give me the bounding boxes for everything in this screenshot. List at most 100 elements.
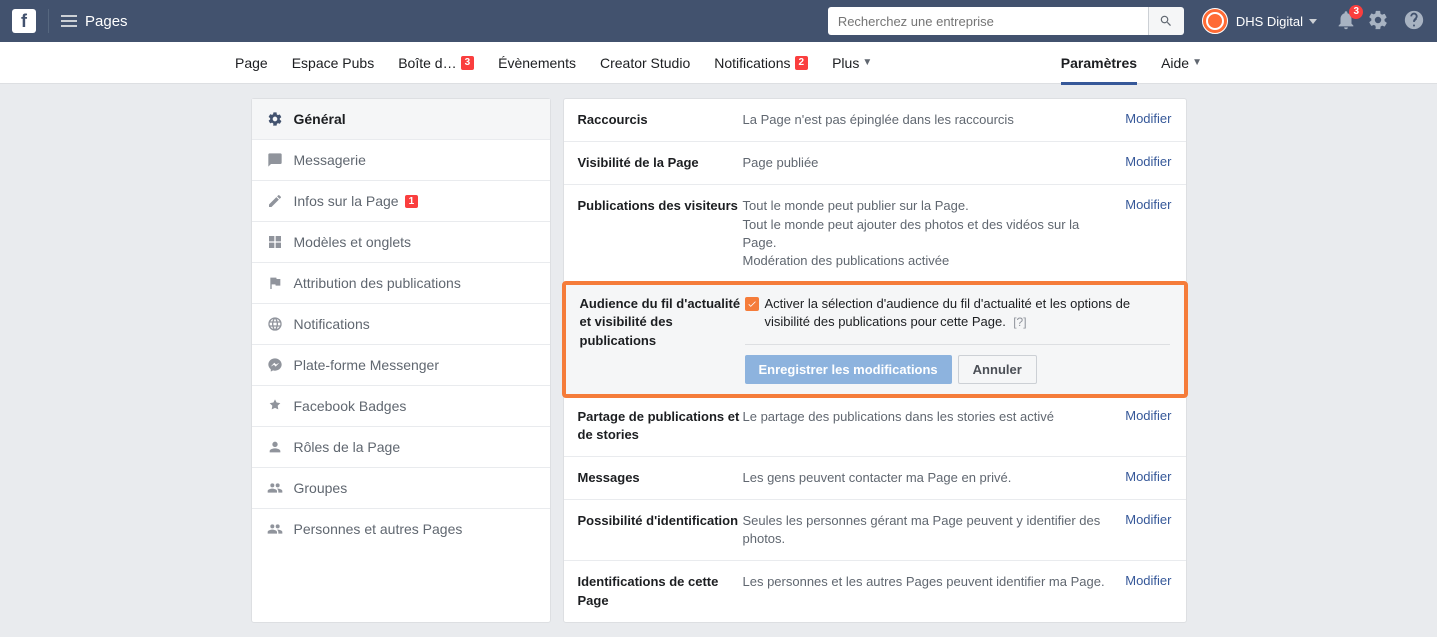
sidebar-item-infos-sur-la-page[interactable]: Infos sur la Page 1 <box>252 181 550 222</box>
sidebar-item-notifications[interactable]: Notifications <box>252 304 550 345</box>
search-icon <box>1159 14 1173 28</box>
tab-label: Aide <box>1161 55 1189 71</box>
sidebar-item-label: Notifications <box>294 316 370 332</box>
help-button[interactable] <box>1403 9 1425 34</box>
sidebar-item-label: Facebook Badges <box>294 398 407 414</box>
sidebar-item-groupes[interactable]: Groupes <box>252 468 550 509</box>
tab-label: Espace Pubs <box>292 55 375 71</box>
sidebar-item-messagerie[interactable]: Messagerie <box>252 140 550 181</box>
tab-label: Creator Studio <box>600 55 690 71</box>
sidebar-item-g-n-ral[interactable]: Général <box>252 99 550 140</box>
sidebar-item-label: Rôles de la Page <box>294 439 401 455</box>
setting-desc: La Page n'est pas épinglée dans les racc… <box>743 111 1116 129</box>
tab--v-nements[interactable]: Évènements <box>486 42 588 84</box>
search-button[interactable] <box>1148 7 1184 35</box>
tab-label: Boîte d… <box>398 55 456 71</box>
setting-row: MessagesLes gens peuvent contacter ma Pa… <box>564 457 1186 500</box>
sidebar-badge: 1 <box>405 195 419 208</box>
save-button[interactable]: Enregistrer les modifications <box>745 355 952 384</box>
setting-desc: Seules les personnes gérant ma Page peuv… <box>743 512 1116 548</box>
grid-icon <box>266 233 284 251</box>
cancel-button[interactable]: Annuler <box>958 355 1037 384</box>
sidebar-item-label: Messagerie <box>294 152 366 168</box>
tab-label: Plus <box>832 55 859 71</box>
setting-row: Partage de publications et de storiesLe … <box>564 396 1186 457</box>
caret-down-icon <box>1309 19 1317 24</box>
sidebar-item-label: Général <box>294 111 346 127</box>
modify-link[interactable]: Modifier <box>1125 154 1171 172</box>
modify-link[interactable]: Modifier <box>1125 512 1171 548</box>
setting-body: Activer la sélection d'audience du fil d… <box>745 295 1170 383</box>
modify-link[interactable]: Modifier <box>1125 469 1171 487</box>
setting-desc: Le partage des publications dans les sto… <box>743 408 1116 444</box>
tabs-bar: Page Espace Pubs Boîte d… 3 Évènements Creato… <box>0 42 1437 84</box>
setting-row: Publications des visiteursTout le monde … <box>564 185 1186 283</box>
modify-link[interactable]: Modifier <box>1125 573 1171 609</box>
setting-label: Partage de publications et de stories <box>578 408 743 444</box>
user-menu[interactable]: DHS Digital <box>1202 8 1317 34</box>
settings-sidebar: Général Messagerie Infos sur la Page 1 Modèl… <box>251 98 551 623</box>
setting-row-highlighted: Audience du fil d'actualité et visibilit… <box>562 281 1188 397</box>
search-wrap <box>828 7 1184 35</box>
sidebar-item-facebook-badges[interactable]: Facebook Badges <box>252 386 550 427</box>
tab-notifications[interactable]: Notifications 2 <box>702 42 820 84</box>
facebook-logo[interactable]: f <box>12 9 49 33</box>
sidebar-item-label: Attribution des publications <box>294 275 461 291</box>
search-input[interactable] <box>828 7 1148 35</box>
help-hint[interactable]: [?] <box>1010 315 1027 329</box>
tab-plus[interactable]: Plus▼ <box>820 42 884 84</box>
setting-desc: Les gens peuvent contacter ma Page en pr… <box>743 469 1116 487</box>
tab-badge: 3 <box>461 56 475 70</box>
setting-row: Identifications de cette PageLes personn… <box>564 561 1186 621</box>
tab-creator-studio[interactable]: Creator Studio <box>588 42 702 84</box>
checkbox[interactable] <box>745 297 759 311</box>
checkbox-label: Activer la sélection d'audience du fil d… <box>765 295 1170 331</box>
sidebar-item-attribution-des-publications[interactable]: Attribution des publications <box>252 263 550 304</box>
setting-desc: Page publiée <box>743 154 1116 172</box>
setting-label: Visibilité de la Page <box>578 154 743 172</box>
tab-aide[interactable]: Aide▼ <box>1149 42 1214 84</box>
flag-icon <box>266 274 284 292</box>
avatar <box>1202 8 1228 34</box>
sidebar-item-personnes-et-autres-pages[interactable]: Personnes et autres Pages <box>252 509 550 549</box>
tab-param-tres[interactable]: Paramètres <box>1049 42 1149 84</box>
tab-label: Page <box>235 55 268 71</box>
sidebar-item-plate-forme-messenger[interactable]: Plate-forme Messenger <box>252 345 550 386</box>
settings-button[interactable] <box>1367 9 1389 34</box>
setting-row: Visibilité de la PagePage publiée Modifie… <box>564 142 1186 185</box>
sidebar-item-label: Personnes et autres Pages <box>294 521 463 537</box>
tab-page[interactable]: Page <box>223 42 280 84</box>
sidebar-item-mod-les-et-onglets[interactable]: Modèles et onglets <box>252 222 550 263</box>
hamburger-icon[interactable] <box>61 12 77 30</box>
setting-row: RaccourcisLa Page n'est pas épinglée dan… <box>564 99 1186 142</box>
modify-link[interactable]: Modifier <box>1125 408 1171 444</box>
caret-down-icon: ▼ <box>1192 57 1202 68</box>
setting-label: Raccourcis <box>578 111 743 129</box>
help-icon <box>1403 9 1425 31</box>
modify-link[interactable]: Modifier <box>1125 197 1171 270</box>
person-icon <box>266 438 284 456</box>
settings-content: RaccourcisLa Page n'est pas épinglée dan… <box>563 98 1187 623</box>
sidebar-item-label: Infos sur la Page <box>294 193 399 209</box>
chat-icon <box>266 151 284 169</box>
tab-label: Notifications <box>714 55 790 71</box>
notification-badge: 3 <box>1349 5 1363 19</box>
sidebar-item-label: Modèles et onglets <box>294 234 412 250</box>
pencil-icon <box>266 192 284 210</box>
setting-label: Identifications de cette Page <box>578 573 743 609</box>
sidebar-item-label: Plate-forme Messenger <box>294 357 440 373</box>
caret-down-icon: ▼ <box>862 57 872 68</box>
sidebar-item-label: Groupes <box>294 480 348 496</box>
setting-label: Publications des visiteurs <box>578 197 743 270</box>
sidebar-item-r-les-de-la-page[interactable]: Rôles de la Page <box>252 427 550 468</box>
notifications-button[interactable]: 3 <box>1335 9 1357 34</box>
modify-link[interactable]: Modifier <box>1125 111 1171 129</box>
gear-icon <box>1367 9 1389 31</box>
tab-espace-pubs[interactable]: Espace Pubs <box>280 42 387 84</box>
people-icon <box>266 520 284 538</box>
setting-label: Possibilité d'identification <box>578 512 743 548</box>
setting-label: Messages <box>578 469 743 487</box>
setting-desc: Les personnes et les autres Pages peuven… <box>743 573 1116 609</box>
tab-bo-te-d-[interactable]: Boîte d… 3 <box>386 42 486 84</box>
tab-badge: 2 <box>795 56 809 70</box>
